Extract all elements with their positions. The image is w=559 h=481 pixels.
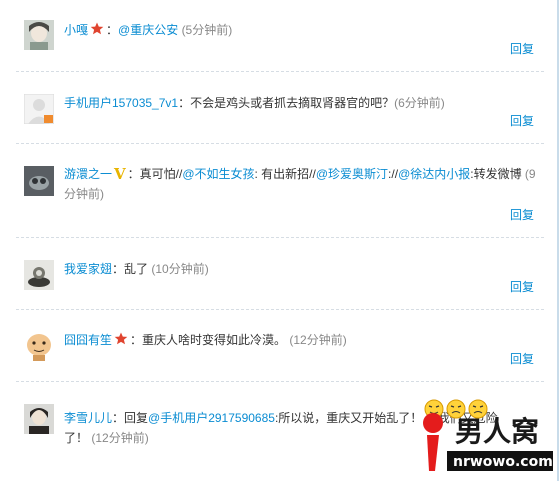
comment-content: ：不会是鸡头或者抓去摘取肾器官的吧？ bbox=[178, 96, 395, 110]
comment-content: :// bbox=[388, 167, 399, 181]
comment-username[interactable]: 囧囧有笙 bbox=[64, 333, 112, 347]
reply-button[interactable]: 回复 bbox=[510, 278, 534, 295]
comment-content: ： bbox=[106, 23, 119, 37]
reply-button[interactable]: 回复 bbox=[510, 206, 534, 223]
comment-text: 小嘎 ：@重庆公安 (5分钟前) bbox=[64, 20, 542, 41]
comment-content: : 有出新招// bbox=[254, 167, 316, 181]
comment-text: 手机用户157035_7v1：不会是鸡头或者抓去摘取肾器官的吧？(6分钟前) bbox=[64, 93, 542, 113]
comment-timestamp: (5分钟前) bbox=[181, 23, 233, 37]
verified-v-icon: V bbox=[114, 165, 126, 183]
comment-text: 我爱家翅：乱了 (10分钟前) bbox=[64, 259, 542, 279]
comment-content: :转发微博 bbox=[470, 167, 522, 181]
comment-item: 囧囧有笙 ：重庆人啥时变得如此冷漠。 (12分钟前) 回复 bbox=[0, 310, 556, 382]
comment-username[interactable]: 李雪儿儿 bbox=[64, 411, 112, 425]
comment-content: ：重庆人啥时变得如此冷漠。 bbox=[130, 333, 287, 347]
avatar[interactable] bbox=[24, 94, 54, 124]
comment-content: :所以说，重庆又开始乱了！ bbox=[274, 411, 423, 425]
mention-link[interactable]: @手机用户2917590685 bbox=[148, 411, 275, 425]
mention-link[interactable]: @重庆公安 bbox=[118, 23, 178, 37]
mention-link[interactable]: @徐达内小报 bbox=[398, 167, 470, 181]
avatar[interactable] bbox=[24, 331, 54, 361]
comment-item: 手机用户157035_7v1：不会是鸡头或者抓去摘取肾器官的吧？(6分钟前) 回… bbox=[0, 72, 556, 144]
avatar[interactable] bbox=[24, 404, 54, 434]
comment-content: ：真可怕// bbox=[127, 167, 183, 181]
comment-timestamp: (10分钟前) bbox=[148, 262, 209, 276]
reply-button[interactable]: 回复 bbox=[510, 112, 534, 129]
star-badge-icon bbox=[114, 331, 128, 351]
comment-content: ：乱了 bbox=[112, 262, 149, 276]
comment-username[interactable]: 小嘎 bbox=[64, 23, 88, 37]
reply-button[interactable]: 回复 bbox=[510, 350, 534, 367]
comment-text: 游澴之一 V ：真可怕//@不如生女孩: 有出新招//@珍爱奥斯汀://@徐达内小报… bbox=[64, 164, 542, 204]
comment-username[interactable]: 游澴之一 bbox=[64, 167, 112, 181]
comment-text: 囧囧有笙 ：重庆人啥时变得如此冷漠。 (12分钟前) bbox=[64, 330, 542, 351]
comment-item: 游澴之一 V ：真可怕//@不如生女孩: 有出新招//@珍爱奥斯汀://@徐达内小报… bbox=[0, 144, 556, 238]
watermark-logo: 男人窝 nrwowo.com bbox=[417, 407, 555, 477]
comment-username[interactable]: 手机用户157035_7v1 bbox=[64, 96, 178, 110]
reply-button[interactable]: 回复 bbox=[510, 40, 534, 57]
mention-link[interactable]: @珍爱奥斯汀 bbox=[316, 167, 388, 181]
svg-text:男人窝: 男人窝 bbox=[455, 415, 539, 448]
mention-link[interactable]: @不如生女孩 bbox=[182, 167, 254, 181]
comment-username[interactable]: 我爱家翅 bbox=[64, 262, 112, 276]
avatar[interactable] bbox=[24, 260, 54, 290]
comment-timestamp: (6分钟前) bbox=[394, 96, 445, 110]
comment-item: 我爱家翅：乱了 (10分钟前) 回复 bbox=[0, 238, 556, 310]
comment-timestamp: (12分钟前) bbox=[286, 333, 347, 347]
svg-text:nrwowo.com: nrwowo.com bbox=[453, 454, 553, 470]
avatar[interactable] bbox=[24, 20, 54, 50]
avatar[interactable] bbox=[24, 166, 54, 196]
comment-timestamp: (12分钟前) bbox=[88, 431, 149, 445]
star-badge-icon bbox=[90, 21, 104, 41]
comment-content: ：回复 bbox=[112, 411, 149, 425]
comment-item: 小嘎 ：@重庆公安 (5分钟前) 回复 bbox=[0, 0, 556, 72]
